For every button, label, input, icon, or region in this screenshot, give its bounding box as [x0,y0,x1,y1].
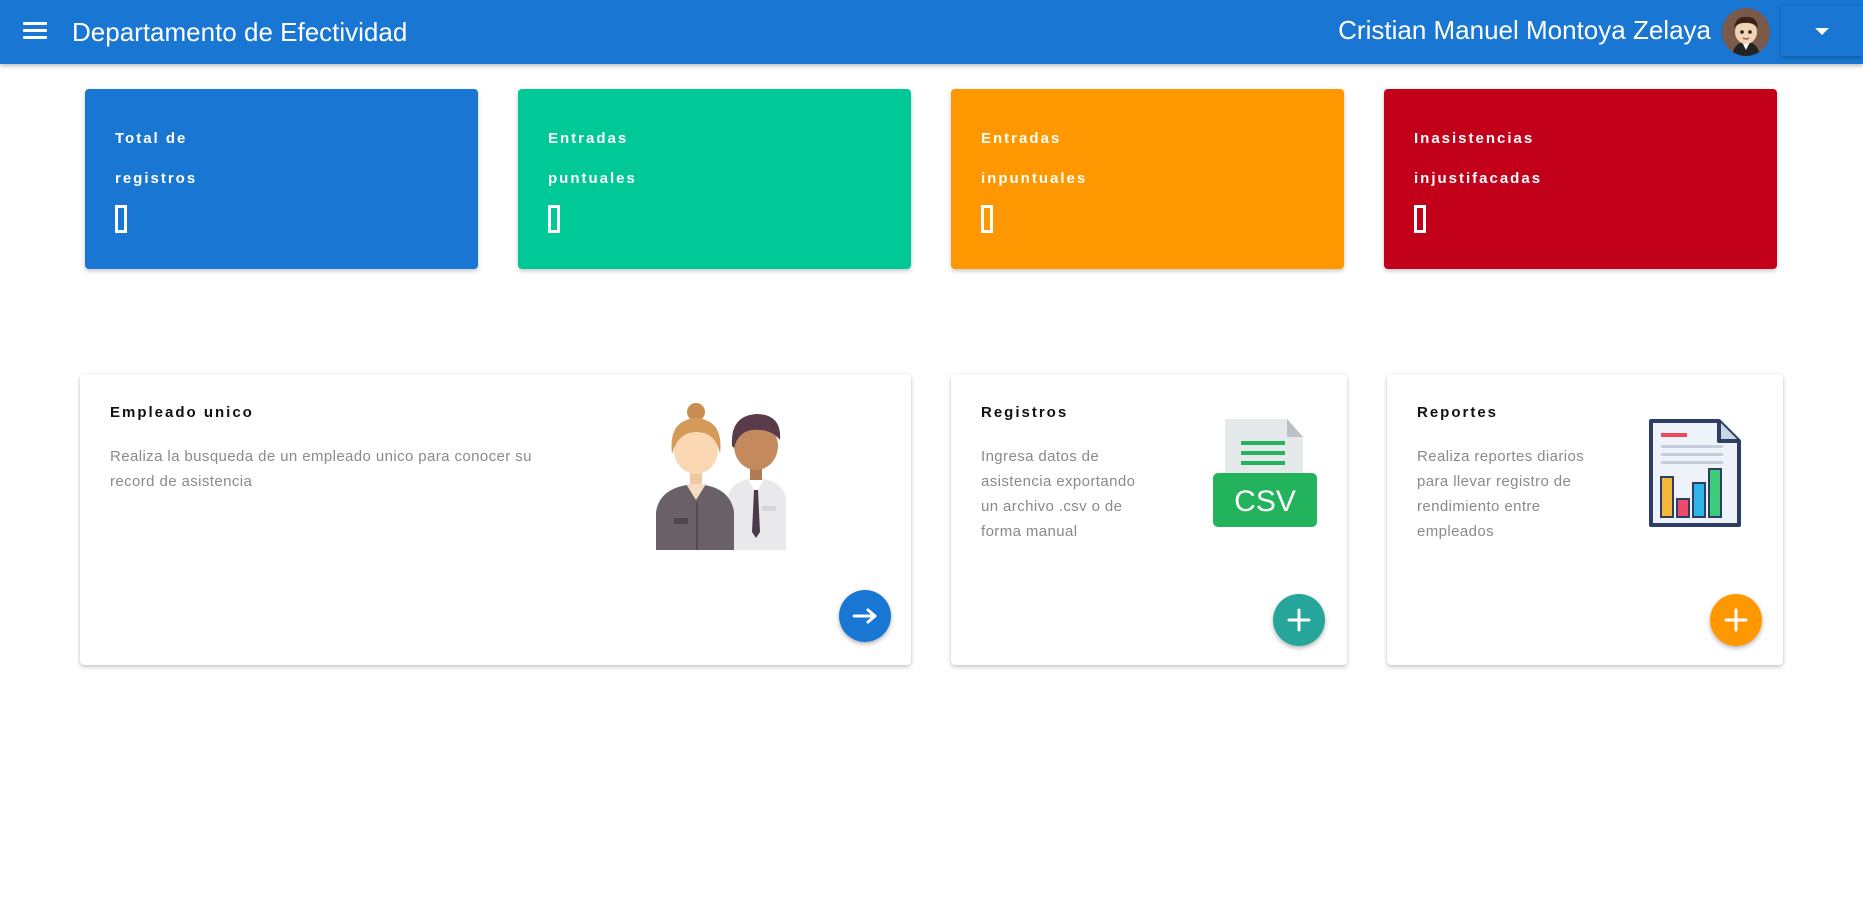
card-title: Reportes [1417,404,1499,421]
plus-icon [1273,594,1325,646]
card-title: Registros [981,404,1069,421]
card-title: Empleado unico [110,404,254,421]
csv-badge: CSV [1234,485,1296,518]
menu-icon[interactable] [20,18,50,46]
report-chart-icon [1647,417,1743,534]
arrow-right-icon [839,590,891,642]
stat-label-line1: Total de [115,130,188,147]
stat-label-line2: injustifacadas [1414,170,1543,187]
stat-label-line2: registros [115,170,198,187]
app-title: Departamento de Efectividad [72,17,408,47]
user-name: Cristian Manuel Montoya Zelaya [1338,15,1711,45]
stat-label-line2: puntuales [548,170,637,187]
card-description-line: asistencia exportando [981,473,1136,490]
stat-value-placeholder [115,205,127,233]
card-description-line: rendimiento entre [1417,498,1541,515]
card-description-line: Realiza reportes diarios [1417,448,1585,465]
user-menu-dropdown-button[interactable] [1781,6,1863,56]
stat-card-total: Total de registros [85,89,478,269]
stat-card-puntuales: Entradas puntuales [518,89,911,269]
card-description-line: Ingresa datos de [981,448,1100,465]
add-registro-button[interactable] [1273,594,1325,646]
app-bar: Departamento de Efectividad Cristian Man… [0,0,1863,64]
go-button[interactable] [839,590,891,642]
stat-value-placeholder [981,205,993,233]
stat-value-placeholder [548,205,560,233]
stat-label-line2: inpuntuales [981,170,1088,187]
card-description-line: Realiza la busqueda de un empleado unico… [110,448,532,465]
csv-file-icon: CSV [1213,419,1317,527]
avatar[interactable] [1722,8,1770,56]
employees-illustration [656,402,826,555]
card-description-line: un archivo .csv o de [981,498,1123,515]
card-registros: Registros Ingresa datos de asistencia ex… [951,374,1347,665]
stat-label-line1: Entradas [548,130,629,147]
card-description-line: forma manual [981,523,1078,540]
stat-value-placeholder [1414,205,1426,233]
card-description-line: record de asistencia [110,473,253,490]
card-reportes: Reportes Realiza reportes diarios para l… [1387,374,1783,665]
stat-card-inasistencias: Inasistencias injustifacadas [1384,89,1777,269]
card-empleado-unico: Empleado unico Realiza la busqueda de un… [80,374,911,665]
stat-label-line1: Inasistencias [1414,130,1535,147]
stat-label-line1: Entradas [981,130,1062,147]
stat-card-inpuntuales: Entradas inpuntuales [951,89,1344,269]
add-reporte-button[interactable] [1710,594,1762,646]
arrow-drop-down-icon [1815,28,1829,35]
card-description-line: empleados [1417,523,1494,540]
plus-icon [1710,594,1762,646]
card-description-line: para llevar registro de [1417,473,1572,490]
